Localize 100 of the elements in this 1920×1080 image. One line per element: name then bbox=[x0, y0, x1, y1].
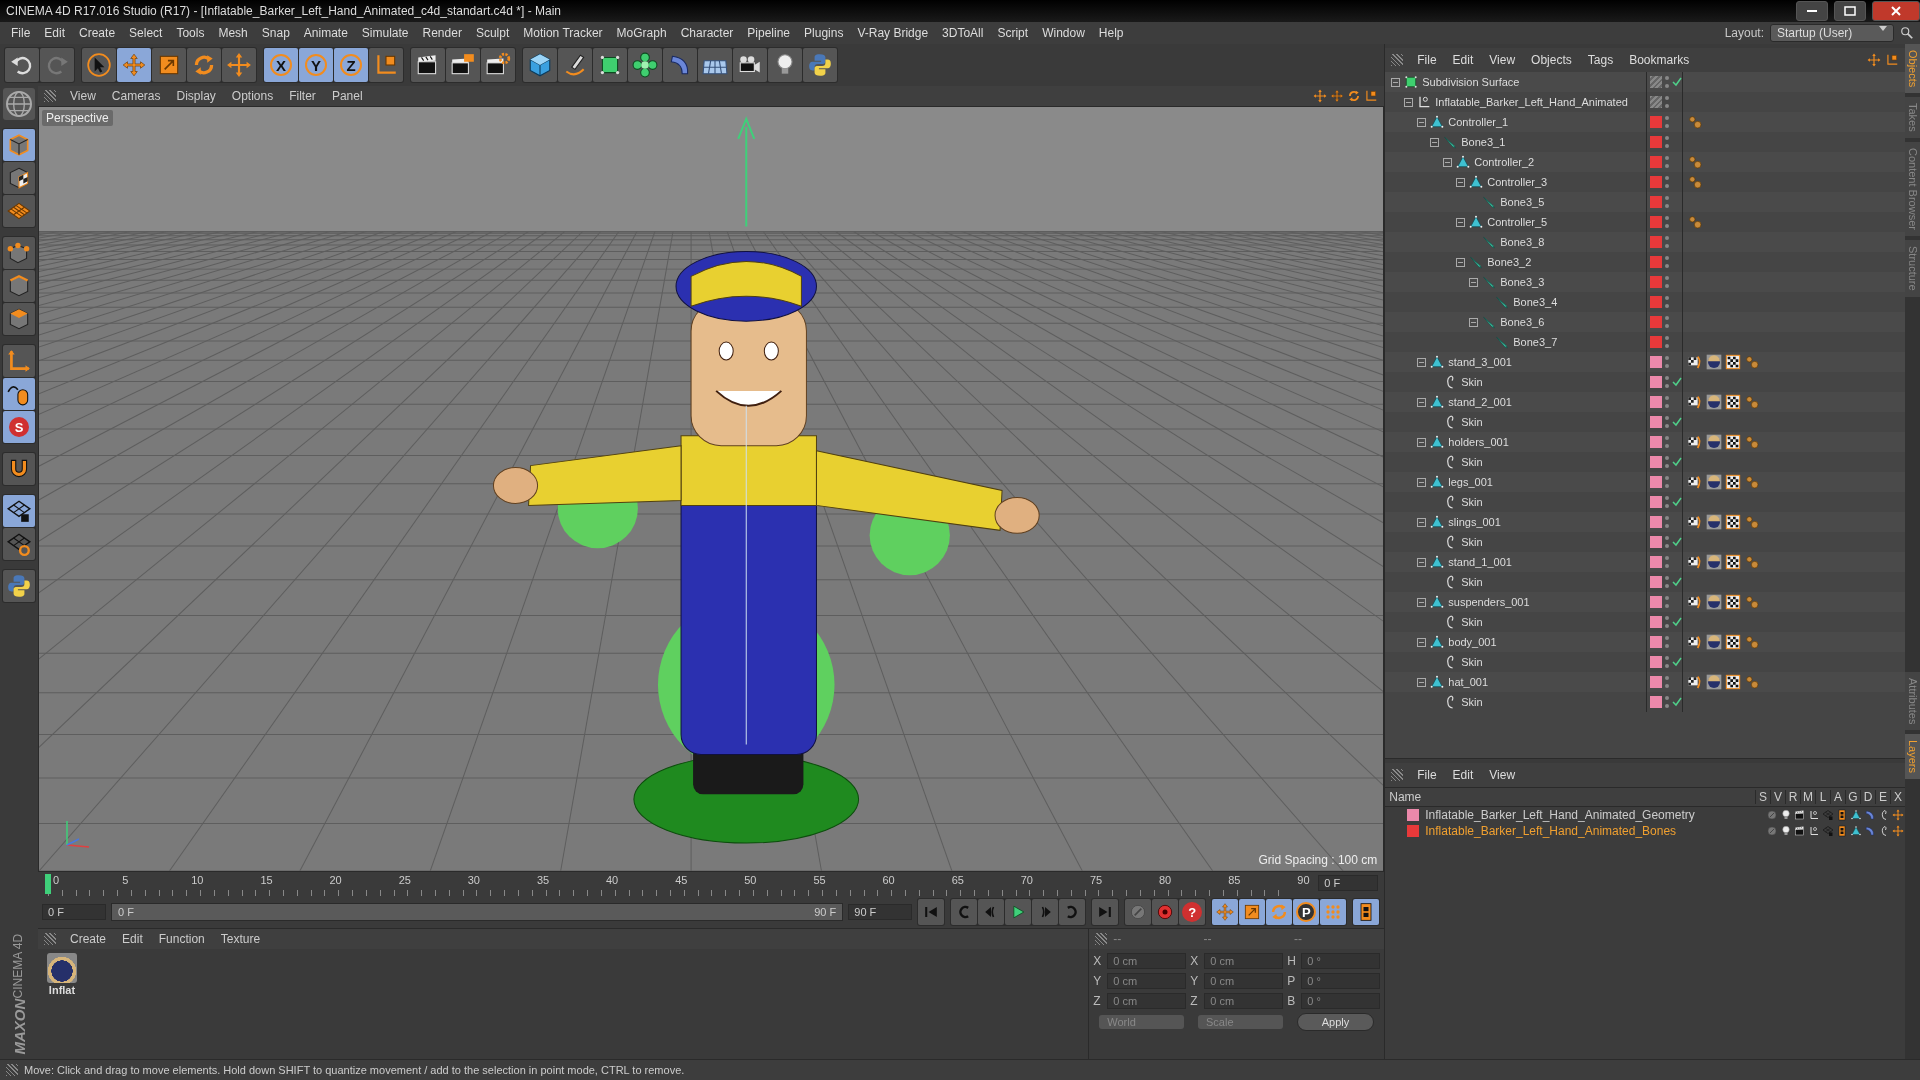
material-name[interactable]: Inflat bbox=[48, 984, 76, 996]
menu-item[interactable]: Options bbox=[223, 89, 282, 103]
material-thumbnail[interactable] bbox=[47, 953, 77, 983]
visibility-dots-icon[interactable] bbox=[1665, 696, 1670, 708]
axis-lock-button[interactable]: Y bbox=[299, 48, 333, 82]
expand-box-icon[interactable] bbox=[1417, 397, 1427, 407]
layout-switch-button[interactable] bbox=[3, 88, 35, 120]
menu-item[interactable]: Snap bbox=[254, 26, 297, 40]
visibility-dots-icon[interactable] bbox=[1665, 616, 1670, 628]
tool-button[interactable] bbox=[3, 453, 35, 485]
expand-box-icon[interactable] bbox=[1417, 677, 1427, 687]
visibility-dots-icon[interactable] bbox=[1665, 536, 1670, 548]
apply-button[interactable]: Apply bbox=[1296, 1013, 1375, 1031]
visibility-dots-icon[interactable] bbox=[1665, 216, 1670, 228]
menu-item[interactable]: Character bbox=[673, 26, 741, 40]
menu-item[interactable]: Motion Tracker bbox=[516, 26, 610, 40]
menu-item[interactable]: Function bbox=[150, 932, 213, 946]
tool-button[interactable] bbox=[523, 48, 557, 82]
end-frame-field[interactable]: 90 F bbox=[848, 904, 913, 920]
tool-button[interactable] bbox=[446, 48, 480, 82]
layer-color-swatch[interactable] bbox=[1407, 809, 1420, 821]
axis-lock-button[interactable]: Z bbox=[334, 48, 368, 82]
menu-item[interactable]: Create bbox=[62, 932, 115, 946]
menu-item[interactable]: MoGraph bbox=[609, 26, 674, 40]
tool-button[interactable] bbox=[3, 237, 35, 269]
object-name[interactable]: stand_1_001 bbox=[1448, 556, 1512, 568]
menu-item[interactable]: File bbox=[4, 26, 38, 40]
grip-icon[interactable] bbox=[6, 1064, 18, 1076]
tool-button[interactable] bbox=[628, 48, 662, 82]
position-field[interactable]: 0 cm bbox=[1107, 973, 1187, 989]
menu-item[interactable]: View bbox=[1481, 53, 1524, 67]
menu-item[interactable]: Sculpt bbox=[468, 26, 517, 40]
menu-item[interactable]: Filter bbox=[281, 89, 324, 103]
object-name[interactable]: Skin bbox=[1461, 536, 1483, 548]
object-name[interactable]: Controller_2 bbox=[1474, 156, 1535, 168]
tool-button[interactable] bbox=[558, 48, 592, 82]
object-name[interactable]: Skin bbox=[1461, 616, 1483, 628]
visibility-dots-icon[interactable] bbox=[1665, 136, 1670, 148]
column-header[interactable]: R bbox=[1785, 790, 1800, 804]
menu-item[interactable]: Bookmarks bbox=[1621, 53, 1698, 67]
menu-item[interactable]: Window bbox=[1035, 26, 1092, 40]
object-name[interactable]: hat_001 bbox=[1448, 676, 1489, 688]
visibility-dots-icon[interactable] bbox=[1665, 456, 1670, 468]
object-name[interactable]: stand_3_001 bbox=[1448, 356, 1512, 368]
grip-icon[interactable] bbox=[44, 90, 56, 102]
grip-icon[interactable] bbox=[1095, 933, 1108, 945]
menu-item[interactable]: Panel bbox=[323, 89, 371, 103]
menu-item[interactable]: Help bbox=[1091, 26, 1131, 40]
menu-item[interactable]: Select bbox=[122, 26, 170, 40]
column-header[interactable]: D bbox=[1860, 790, 1875, 804]
tool-button[interactable] bbox=[1239, 899, 1266, 925]
menu-item[interactable]: V-Ray Bridge bbox=[850, 26, 936, 40]
column-header[interactable]: L bbox=[1815, 790, 1830, 804]
expand-box-icon[interactable] bbox=[1391, 77, 1401, 87]
visibility-dots-icon[interactable] bbox=[1665, 296, 1670, 308]
layer-name[interactable]: Inflatable_Barker_Left_Hand_Animated_Geometry bbox=[1425, 808, 1695, 822]
check-icon[interactable] bbox=[1672, 377, 1683, 387]
object-name[interactable]: Skin bbox=[1461, 656, 1483, 668]
tool-button[interactable] bbox=[1266, 899, 1293, 925]
column-header[interactable]: S bbox=[1755, 790, 1770, 804]
visibility-dots-icon[interactable] bbox=[1665, 96, 1670, 108]
visibility-dots-icon[interactable] bbox=[1665, 376, 1670, 388]
check-icon[interactable] bbox=[1672, 537, 1683, 547]
tool-button[interactable] bbox=[768, 48, 802, 82]
object-name[interactable]: Bone3_3 bbox=[1500, 276, 1545, 288]
tool-button[interactable] bbox=[3, 303, 35, 335]
tool-button[interactable] bbox=[733, 48, 767, 82]
check-icon[interactable] bbox=[1672, 457, 1683, 467]
visibility-dots-icon[interactable] bbox=[1665, 276, 1670, 288]
visibility-dots-icon[interactable] bbox=[1665, 496, 1670, 508]
search-icon[interactable] bbox=[1900, 26, 1914, 40]
menu-item[interactable]: Texture bbox=[212, 932, 269, 946]
visibility-dots-icon[interactable] bbox=[1665, 316, 1670, 328]
expand-box-icon[interactable] bbox=[1456, 177, 1466, 187]
tool-button[interactable] bbox=[3, 378, 35, 410]
menu-item[interactable]: File bbox=[1409, 53, 1445, 67]
maximize-button[interactable] bbox=[1834, 1, 1866, 21]
side-tab[interactable]: Objects bbox=[1905, 44, 1920, 94]
object-name[interactable]: Bone3_7 bbox=[1513, 336, 1558, 348]
visibility-dots-icon[interactable] bbox=[1665, 176, 1670, 188]
visibility-dots-icon[interactable] bbox=[1665, 336, 1670, 348]
visibility-dots-icon[interactable] bbox=[1665, 156, 1670, 168]
menu-item[interactable]: Edit bbox=[1444, 768, 1482, 782]
expand-box-icon[interactable] bbox=[1456, 217, 1466, 227]
close-button[interactable] bbox=[1872, 1, 1920, 21]
expand-box-icon[interactable] bbox=[1417, 637, 1427, 647]
grip-icon[interactable] bbox=[44, 933, 56, 945]
menu-item[interactable]: Tools bbox=[169, 26, 212, 40]
camera-label[interactable]: Perspective bbox=[42, 110, 113, 126]
object-name[interactable]: Skin bbox=[1461, 696, 1483, 708]
snap-button[interactable]: S bbox=[3, 411, 35, 443]
menu-item[interactable]: Tags bbox=[1579, 53, 1622, 67]
column-header[interactable]: E bbox=[1875, 790, 1890, 804]
object-name[interactable]: Skin bbox=[1461, 576, 1483, 588]
visibility-dots-icon[interactable] bbox=[1665, 676, 1670, 688]
rotation-field[interactable]: 0 ° bbox=[1301, 973, 1381, 989]
start-frame-field[interactable]: 0 F bbox=[42, 904, 106, 920]
object-name[interactable]: Skin bbox=[1461, 496, 1483, 508]
object-name[interactable]: Skin bbox=[1461, 416, 1483, 428]
column-header[interactable]: G bbox=[1845, 790, 1860, 804]
